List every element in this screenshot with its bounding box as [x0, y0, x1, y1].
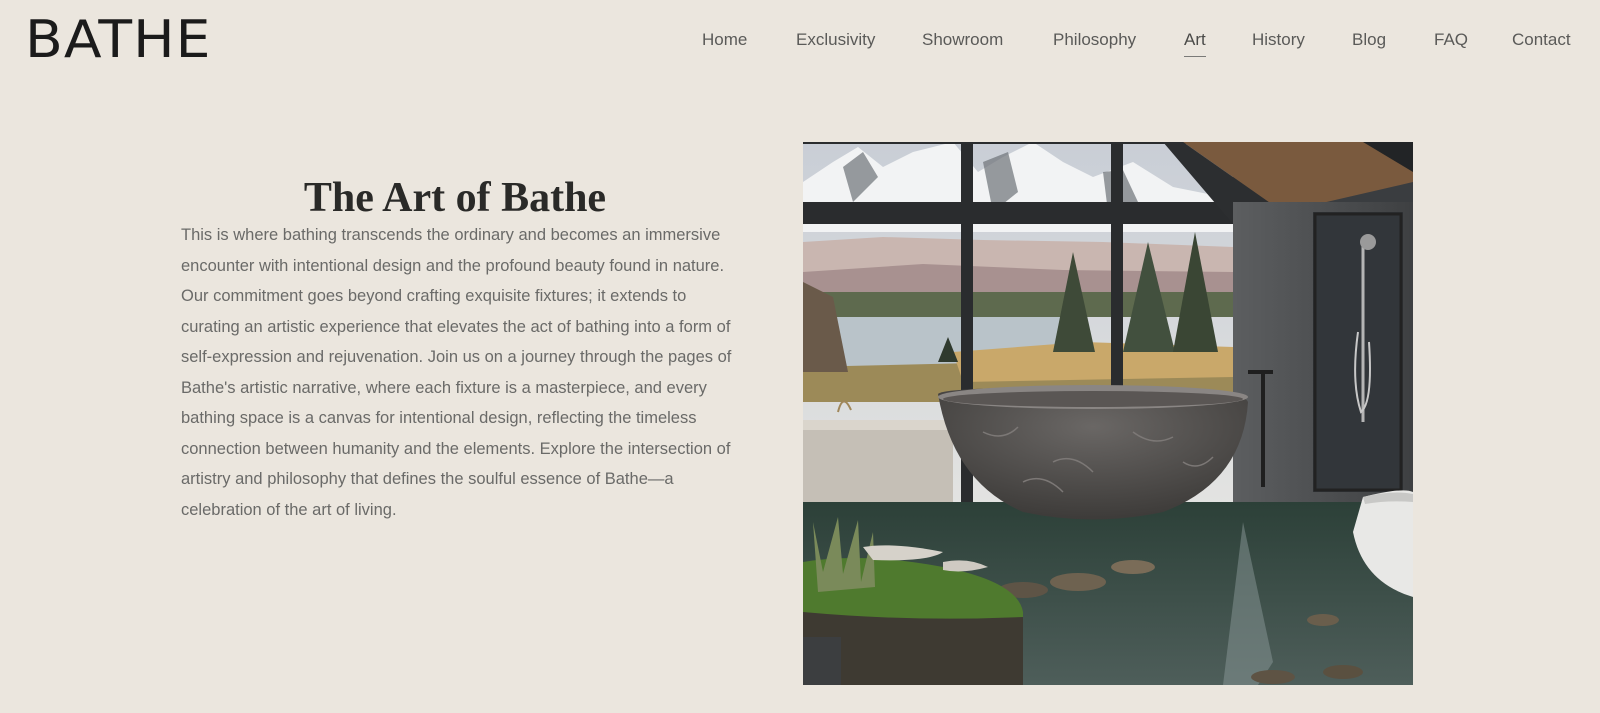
- hero-image: [803, 142, 1413, 685]
- nav-item-exclusivity[interactable]: Exclusivity: [796, 28, 875, 52]
- page-title: The Art of Bathe: [303, 175, 607, 222]
- nav-item-blog[interactable]: Blog: [1352, 28, 1386, 52]
- nav-item-contact[interactable]: Contact: [1512, 28, 1571, 52]
- bathroom-landscape-image: [803, 142, 1413, 685]
- nav-item-showroom[interactable]: Showroom: [922, 28, 1003, 52]
- nav-item-home[interactable]: Home: [702, 28, 747, 52]
- main-navigation: Home Exclusivity Showroom Philosophy Art…: [0, 28, 1600, 58]
- intro-paragraph: This is where bathing transcends the ord…: [181, 226, 732, 519]
- nav-item-philosophy[interactable]: Philosophy: [1053, 28, 1136, 52]
- nav-item-faq[interactable]: FAQ: [1434, 28, 1468, 52]
- nav-item-art[interactable]: Art: [1184, 28, 1206, 57]
- nav-item-history[interactable]: History: [1252, 28, 1305, 52]
